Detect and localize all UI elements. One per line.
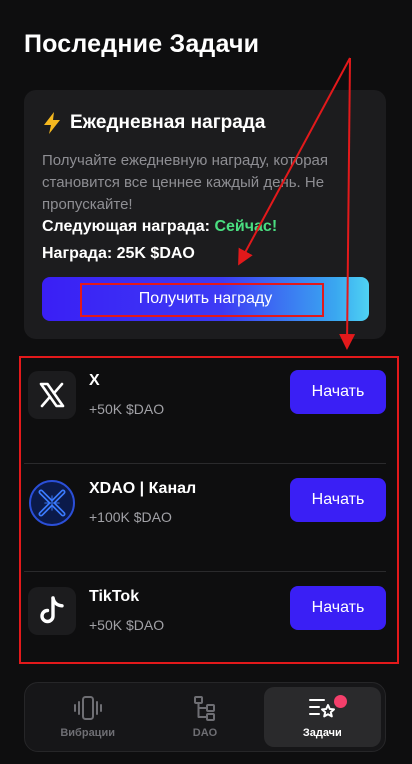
daily-reward-description: Получайте ежедневную награду, которая ст… [42, 152, 329, 213]
daily-reward-title: Ежедневная награда [70, 112, 266, 133]
tab-vibrations[interactable]: Вибрации [29, 687, 146, 747]
tasks-star-icon [307, 695, 337, 721]
page-title: Последние Задачи [24, 30, 260, 58]
daily-reward-card: Ежедневная награда Получайте ежедневную … [24, 90, 386, 339]
lightning-icon [42, 112, 62, 134]
reward-value: 25K $DAO [116, 245, 195, 262]
daily-reward-header: Ежедневная награда [42, 112, 265, 134]
notification-badge [333, 695, 347, 708]
tab-dao[interactable]: DAO [146, 687, 263, 747]
reward-amount-row: Награда: 25K $DAO [42, 245, 195, 263]
next-reward-label: Следующая награда: [42, 218, 210, 235]
tab-tasks[interactable]: Задачи [263, 687, 381, 747]
next-reward-value: Сейчас! [214, 218, 278, 235]
claim-reward-label: Получить награду [138, 290, 273, 307]
reward-label: Награда: [42, 245, 113, 262]
tab-label: Вибрации [60, 727, 115, 739]
tab-label: DAO [192, 727, 218, 739]
next-reward-row: Следующая награда: Сейчас! [42, 218, 277, 236]
tree-icon [192, 695, 218, 721]
bottom-tab-bar: Вибрации DAO Задачи [24, 682, 386, 752]
tab-label: Задачи [302, 727, 342, 739]
annotation-box-tasks [19, 356, 399, 664]
vibration-icon [73, 695, 103, 721]
